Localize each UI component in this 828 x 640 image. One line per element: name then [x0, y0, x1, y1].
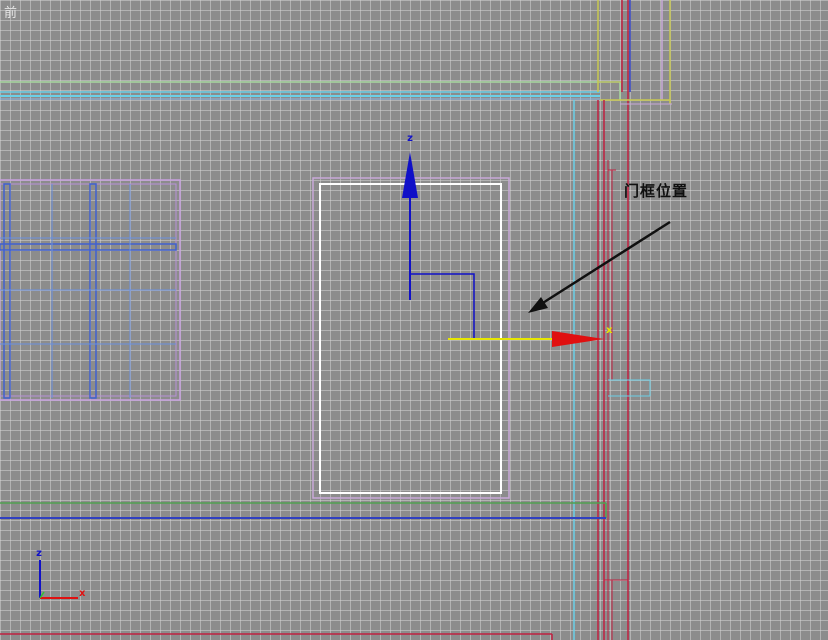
window-frame	[0, 179, 181, 401]
gizmo-x-arrowhead[interactable]	[552, 331, 604, 347]
transform-gizmo[interactable]: z x	[402, 133, 613, 347]
top-beam	[0, 81, 621, 100]
gizmo-plane-handle[interactable]	[410, 273, 475, 338]
front-viewport[interactable]: 前 z x z x 门框位置	[0, 0, 828, 640]
gizmo-x-label: x	[606, 325, 613, 336]
view-axis-tripod: z x	[36, 548, 86, 599]
tripod-z-label: z	[36, 548, 42, 559]
scene-canvas[interactable]: z x z x	[0, 0, 828, 640]
gizmo-z-arrowhead[interactable]	[402, 152, 418, 198]
floor-beam	[0, 502, 607, 640]
annotation-arrow	[528, 220, 671, 313]
tripod-x-label: x	[79, 588, 86, 599]
annotation-door-frame-position: 门框位置	[624, 182, 689, 200]
gizmo-z-label: z	[407, 133, 413, 144]
top-right-column	[597, 0, 672, 640]
